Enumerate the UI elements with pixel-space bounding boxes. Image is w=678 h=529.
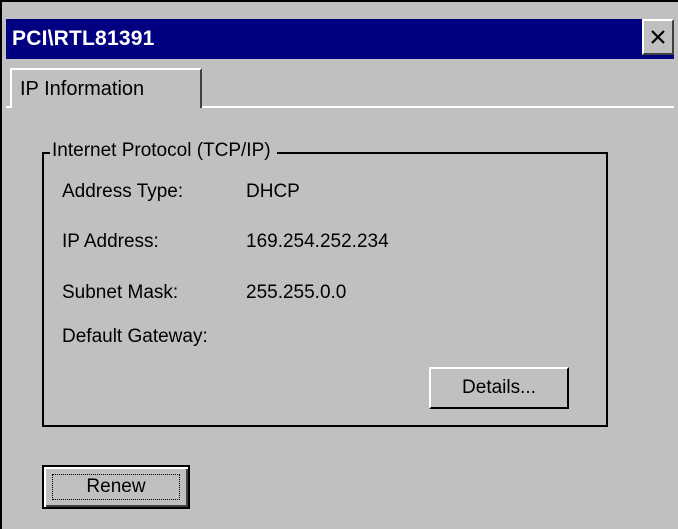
ip-address-value: 169.254.252.234 xyxy=(246,231,389,252)
close-button[interactable] xyxy=(642,19,674,55)
subnet-mask-label: Subnet Mask: xyxy=(62,282,179,303)
title-bar[interactable]: PCI\RTL81391 xyxy=(6,19,674,59)
subnet-mask-value: 255.255.0.0 xyxy=(246,282,347,303)
focus-rectangle xyxy=(52,474,180,500)
details-button[interactable]: Details... xyxy=(429,367,569,409)
address-type-label: Address Type: xyxy=(62,181,184,202)
tab-label: IP Information xyxy=(20,78,145,100)
group-label: Internet Protocol (TCP/IP) xyxy=(50,140,277,162)
ip-address-label: IP Address: xyxy=(62,231,159,252)
close-icon xyxy=(651,30,665,44)
renew-button[interactable]: Renew xyxy=(42,465,190,509)
window-title: PCI\RTL81391 xyxy=(12,27,155,50)
tcpip-group-box: Internet Protocol (TCP/IP) Address Type:… xyxy=(42,140,608,427)
dialog-window: PCI\RTL81391 IP Information Internet Pro… xyxy=(0,0,678,529)
address-type-value: DHCP xyxy=(246,181,300,202)
default-gateway-label: Default Gateway: xyxy=(62,326,208,347)
tab-ip-information[interactable]: IP Information xyxy=(10,68,202,108)
